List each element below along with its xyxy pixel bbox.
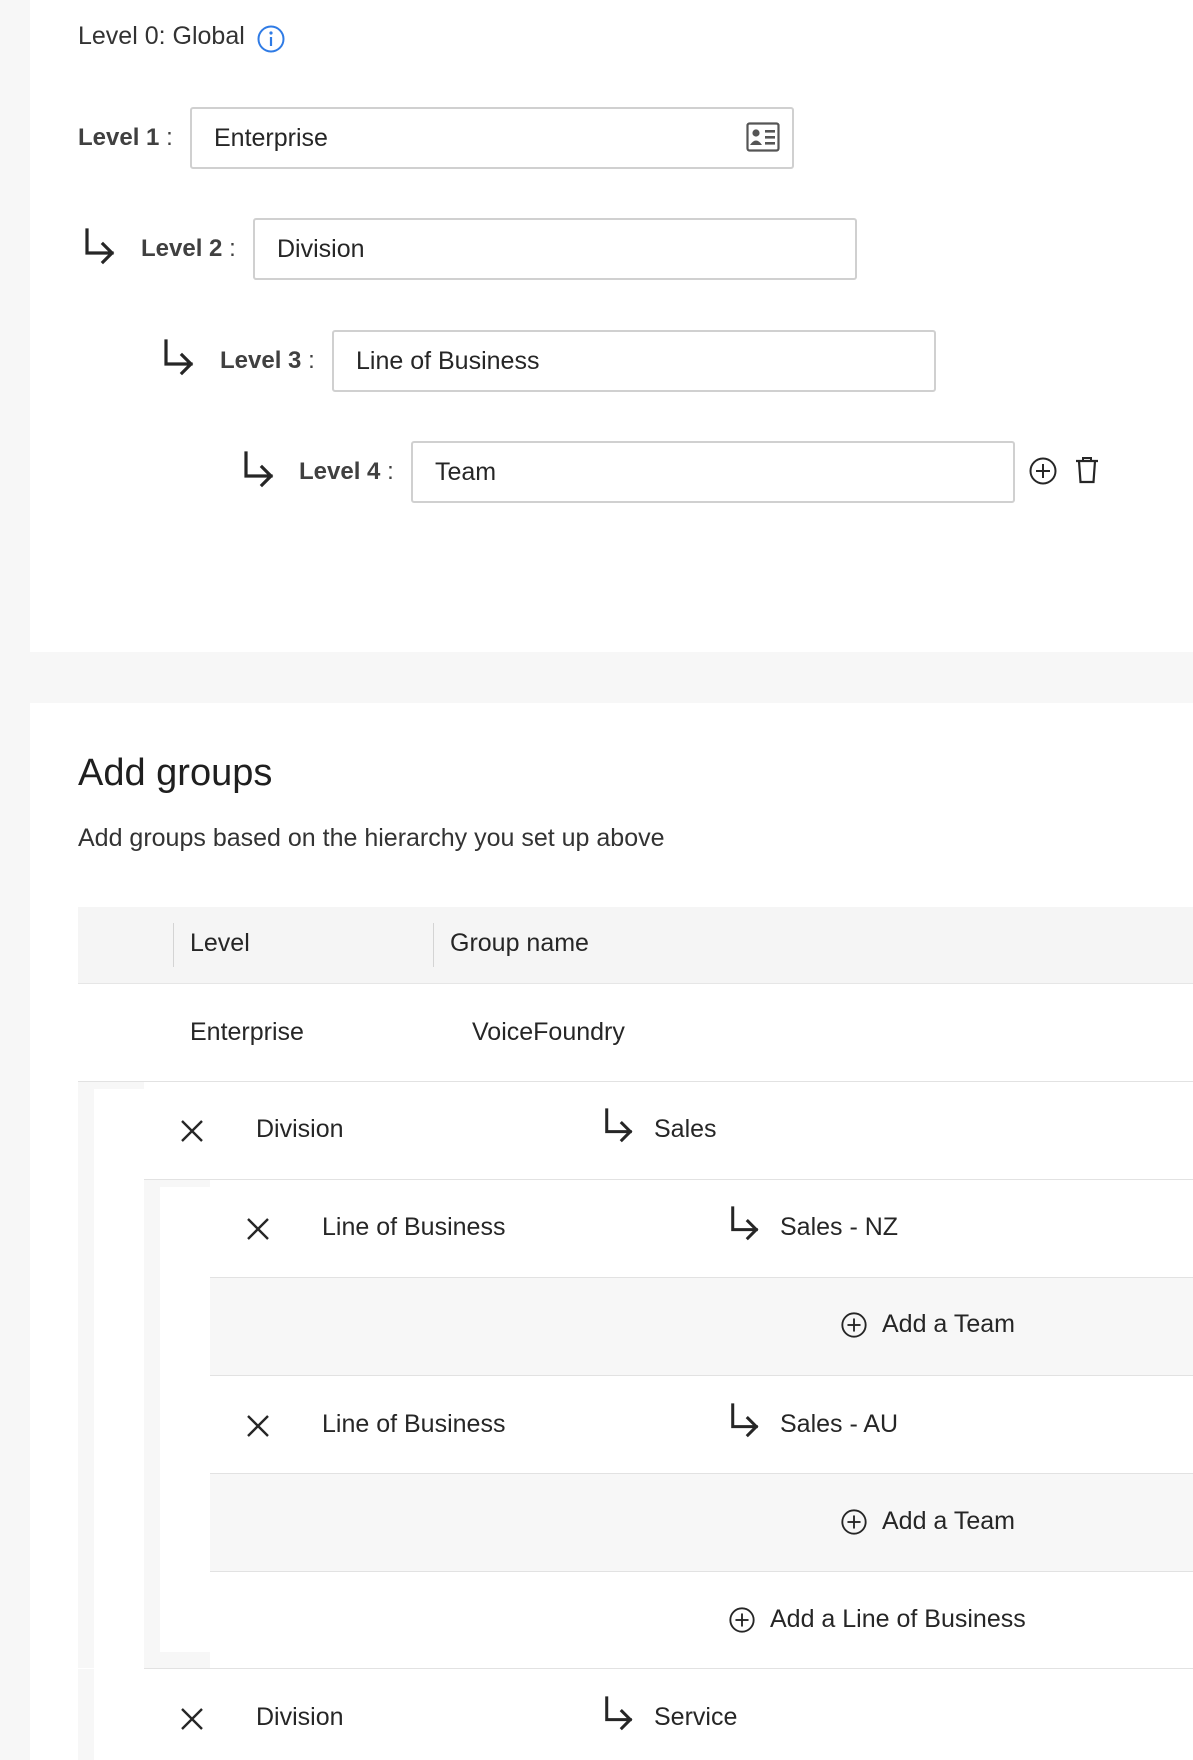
level2-label: Level 2 : [141,235,236,262]
add-circle-icon [841,1311,867,1338]
add-circle-icon [841,1508,867,1535]
row-group-name-service: Service [654,1703,738,1731]
contact-card-icon[interactable] [746,122,780,152]
level3-label: Level 3 : [220,347,315,374]
add-team-button[interactable]: Add a Team [840,1507,1015,1536]
add-groups-panel [30,703,1193,1760]
nesting-indent [94,1082,144,1089]
level4-input[interactable]: Team [411,441,1015,503]
groups-table-header: Level Group name [78,907,1193,984]
level1-label: Level 1 : [78,124,173,151]
remove-group-button[interactable] [246,1217,270,1241]
row-level-lob-nz: Line of Business [322,1213,506,1241]
level1-input[interactable]: Enterprise [190,107,794,169]
column-header-level[interactable]: Level [190,929,250,958]
row-level-lob-au: Line of Business [322,1410,506,1438]
nesting-indent [78,1669,94,1760]
add-team-label: Add a Team [882,1310,1015,1338]
row-divider [144,1179,1193,1180]
add-team-row [210,1278,1193,1375]
add-team-button[interactable]: Add a Team [840,1310,1015,1339]
row-divider [210,1375,1193,1376]
row-group-name-enterprise: VoiceFoundry [472,1018,625,1046]
row-group-name-sales: Sales [654,1115,717,1143]
nesting-indent [78,1082,94,1668]
column-divider [433,923,434,967]
add-level-button[interactable] [1028,456,1058,486]
row-level-division-sales: Division [256,1115,344,1143]
remove-group-button[interactable] [180,1119,204,1143]
hierarchy-panel [30,0,1193,652]
row-level-enterprise: Enterprise [190,1018,304,1046]
row-group-name-sales-au: Sales - AU [780,1410,899,1438]
add-groups-title: Add groups [78,752,273,794]
subdirectory-arrow-icon [731,1403,759,1438]
add-circle-icon [729,1606,755,1633]
add-groups-subtitle: Add groups based on the hierarchy you se… [78,824,665,852]
level0-label: Level 0: Global [78,22,245,50]
level4-label: Level 4 : [299,458,394,485]
column-divider [173,923,174,967]
row-group-name-sales-nz: Sales - NZ [780,1213,899,1241]
level3-input[interactable]: Line of Business [332,330,936,392]
row-divider [144,1668,1193,1669]
row-divider [210,1571,1193,1572]
subdirectory-arrow-icon [164,339,194,376]
level2-input[interactable]: Division [253,218,857,280]
add-line-of-business-button[interactable]: Add a Line of Business [728,1605,1026,1634]
nesting-indent [160,1652,210,1668]
nesting-indent [144,1180,160,1668]
add-line-of-business-label: Add a Line of Business [770,1605,1026,1633]
level2-input-value: Division [277,234,365,263]
nesting-indent [160,1180,210,1187]
subdirectory-arrow-icon [731,1206,759,1241]
remove-group-button[interactable] [180,1707,204,1731]
info-icon[interactable] [256,24,286,54]
subdirectory-arrow-icon [244,451,274,488]
row-divider [78,1081,1193,1082]
remove-group-button[interactable] [246,1414,270,1438]
row-level-division-service: Division [256,1703,344,1731]
subdirectory-arrow-icon [85,228,115,265]
level1-input-value: Enterprise [214,123,328,152]
level4-input-value: Team [435,457,497,486]
add-team-row [210,1474,1193,1571]
delete-level-button[interactable] [1072,455,1102,485]
column-header-group-name[interactable]: Group name [450,929,589,958]
level3-input-value: Line of Business [356,346,540,375]
subdirectory-arrow-icon [605,1696,633,1731]
add-team-label: Add a Team [882,1507,1015,1535]
subdirectory-arrow-icon [605,1108,633,1143]
